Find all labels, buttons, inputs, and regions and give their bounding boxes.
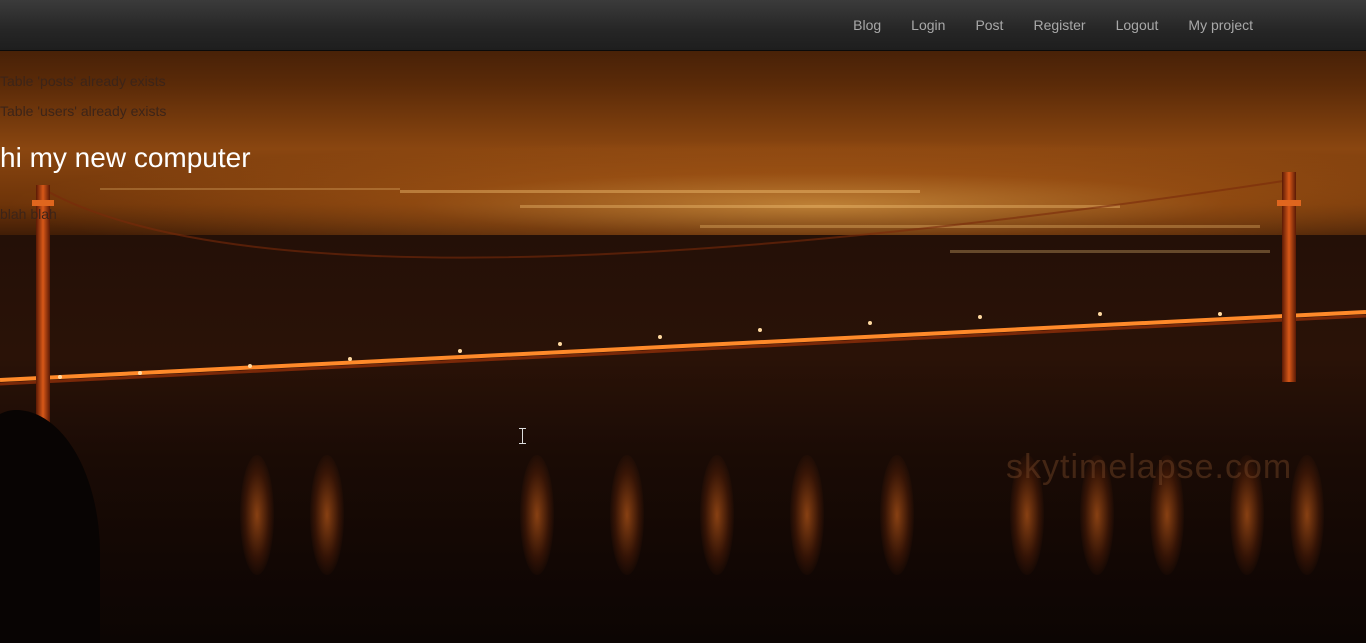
nav-links: Blog Login Post Register Logout My proje… [838,0,1268,50]
city-light-dots [100,188,1270,253]
nav-link-my-project[interactable]: My project [1173,0,1268,50]
bridge-tower-right-cap [1277,200,1301,206]
post-body: blah blah [0,206,57,222]
nav-link-logout[interactable]: Logout [1101,0,1174,50]
post-title: hi my new computer [0,142,251,173]
status-message-users: Table 'users' already exists [0,103,167,119]
nav-link-register[interactable]: Register [1018,0,1100,50]
nav-link-login[interactable]: Login [896,0,960,50]
nav-link-blog[interactable]: Blog [838,0,896,50]
text-cursor-icon [519,428,526,444]
nav-link-post[interactable]: Post [960,0,1018,50]
status-message-posts: Table 'posts' already exists [0,73,166,89]
watermark-text: skytimelapse.com [1006,448,1293,486]
background-image: skytimelapse.com [0,0,1366,643]
top-navbar: Blog Login Post Register Logout My proje… [0,0,1366,51]
